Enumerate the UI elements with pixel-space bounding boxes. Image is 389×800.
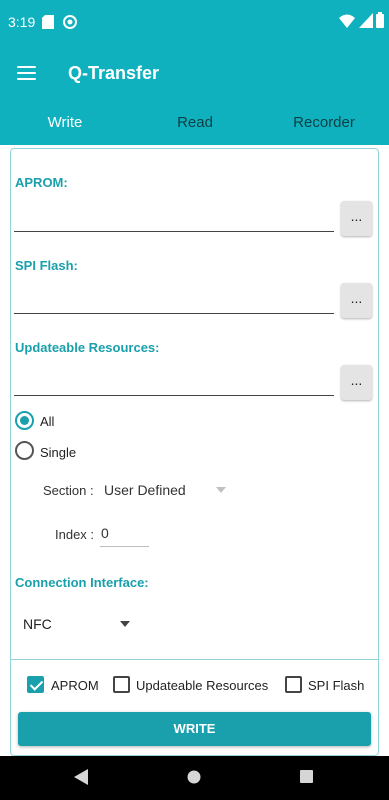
sync-icon — [63, 15, 77, 29]
aprom-browse-button[interactable]: ... — [341, 201, 372, 236]
tab-bar: Write Read Recorder — [0, 100, 389, 145]
home-icon[interactable] — [187, 770, 201, 784]
system-nav-bar — [0, 756, 389, 800]
connection-dropdown-arrow-icon[interactable] — [120, 621, 130, 627]
radio-all-label: All — [40, 414, 55, 429]
spi-flash-browse-button[interactable]: ... — [341, 283, 372, 318]
battery-icon — [376, 12, 384, 28]
index-input[interactable]: 0 — [100, 525, 149, 547]
spi-flash-path-field[interactable] — [14, 313, 334, 314]
section-dropdown-arrow-icon[interactable] — [216, 487, 226, 493]
checkbox-spi-flash[interactable] — [285, 676, 302, 693]
write-button[interactable]: WRITE — [18, 712, 371, 746]
menu-icon[interactable] — [17, 66, 36, 80]
recents-icon[interactable] — [300, 770, 313, 783]
sd-card-icon — [42, 15, 54, 29]
updateable-resources-path-field[interactable] — [14, 395, 334, 396]
checkbox-updateable-resources[interactable] — [113, 676, 130, 693]
radio-single[interactable] — [15, 441, 34, 460]
aprom-path-field[interactable] — [14, 231, 334, 232]
section-label: Section : — [43, 483, 94, 498]
updateable-resources-label: Updateable Resources: — [15, 340, 160, 355]
tab-read[interactable]: Read — [130, 100, 260, 145]
spi-flash-label: SPI Flash: — [15, 258, 78, 273]
tab-indicator — [0, 142, 130, 145]
aprom-label: APROM: — [15, 175, 68, 190]
updateable-resources-browse-button[interactable]: ... — [341, 365, 372, 400]
connection-interface-value[interactable]: NFC — [23, 616, 52, 632]
index-label: Index : — [55, 527, 95, 542]
checkbox-aprom[interactable] — [27, 676, 44, 693]
app-title: Q-Transfer — [68, 63, 160, 83]
wifi-icon — [339, 14, 355, 28]
radio-all[interactable] — [15, 411, 34, 430]
back-icon[interactable] — [74, 769, 88, 785]
section-dropdown-value[interactable]: User Defined — [104, 482, 186, 498]
status-bar: 3:19 — [0, 0, 389, 44]
footer-divider — [11, 659, 378, 660]
status-time: 3:19 — [8, 14, 36, 30]
radio-single-label: Single — [40, 445, 77, 460]
signal-icon — [359, 13, 373, 28]
checkbox-aprom-label: APROM — [51, 678, 99, 693]
checkbox-updateable-resources-label: Updateable Resources — [136, 678, 269, 693]
tab-recorder[interactable]: Recorder — [259, 100, 389, 145]
app-bar: Q-Transfer — [0, 44, 389, 100]
write-form-card: APROM: ... SPI Flash: ... Updateable Res… — [10, 148, 379, 756]
connection-interface-label: Connection Interface: — [15, 575, 149, 590]
checkbox-spi-flash-label: SPI Flash — [308, 678, 365, 693]
tab-write[interactable]: Write — [0, 100, 130, 145]
